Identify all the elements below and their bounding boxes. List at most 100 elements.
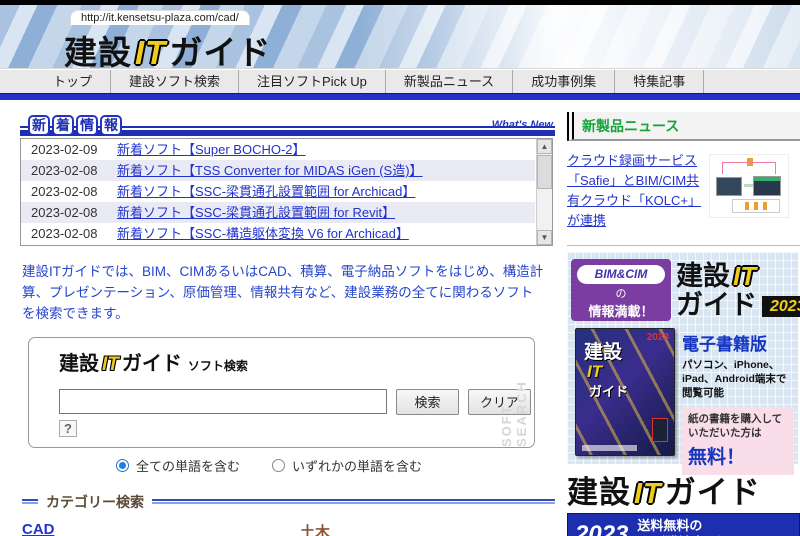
- site-header: http://it.kensetsu-plaza.com/cad/ 建設ITガイ…: [0, 5, 800, 69]
- banner2-text: 送料無料の ご購読申し込み: [637, 518, 743, 536]
- category-header-line-left: [22, 499, 38, 504]
- bim-cim-particle: の: [571, 285, 671, 301]
- book-cover-title3: ガイド: [576, 381, 674, 400]
- radio-all-words-label: 全ての単語を含む: [136, 456, 240, 475]
- news-link[interactable]: 新着ソフト【TSS Converter for MIDAS iGen (S造)】: [117, 160, 423, 181]
- sidebar-news-header: 新製品ニュース: [567, 112, 800, 141]
- sidebar-divider: [567, 245, 800, 246]
- bim-cim-badge: BIM&CIM の 情報満載！: [571, 259, 671, 321]
- person-icon: [763, 202, 767, 210]
- banner2-logo-it: IT: [631, 478, 665, 510]
- whats-new-title-char: 情: [76, 115, 98, 136]
- whats-new-title-char: 報: [100, 115, 122, 136]
- site-url: http://it.kensetsu-plaza.com/cad/: [70, 10, 250, 25]
- news-link[interactable]: 新着ソフト【SSC-梁貫通孔設置範囲 for Revit】: [117, 202, 395, 223]
- site-description: 建設ITガイドでは、BIM、CIMあるいはCAD、積算、電子納品ソフトをはじめ、…: [22, 262, 544, 325]
- news-date: 2023-02-08: [21, 202, 117, 223]
- scrollbar-thumb[interactable]: [537, 155, 552, 189]
- radio-any-word[interactable]: [272, 459, 285, 472]
- search-button[interactable]: 検索: [396, 389, 459, 415]
- category-search-title: カテゴリー検索: [46, 492, 144, 512]
- banner1-year-badge: 2023: [762, 296, 800, 317]
- banner2-year: 2023: [575, 521, 628, 536]
- nav-tab[interactable]: 特集記事: [615, 70, 704, 93]
- site-logo: 建設ITガイド: [64, 26, 271, 74]
- news-row: 2023-02-08 新着ソフト【SSC-構造躯体変換 V6 for Archi…: [21, 223, 535, 244]
- nav-tab[interactable]: 新製品ニュース: [386, 70, 513, 93]
- whats-new-header: 新着情報 What's New: [20, 112, 555, 136]
- search-logo-suffix: ソフト検索: [188, 359, 248, 373]
- banner2-logo-part1: 建設: [567, 475, 631, 510]
- news-link[interactable]: 新着ソフト【SSC-梁貫通孔設置範囲 for Archicad】: [117, 181, 415, 202]
- search-panel-logo: 建設ITガイドソフト検索: [59, 347, 534, 376]
- kolc-screenshot: [716, 177, 742, 196]
- nav-tab[interactable]: 成功事例集: [513, 70, 615, 93]
- category-title-doboku[interactable]: 土木: [300, 521, 330, 536]
- banner1-logo-part1: 建設: [676, 261, 730, 291]
- person-icon: [754, 202, 758, 210]
- news-date: 2023-02-09: [21, 139, 117, 160]
- help-icon[interactable]: ?: [59, 420, 77, 437]
- news-date: 2023-02-08: [21, 181, 117, 202]
- sidebar-news-link[interactable]: クラウド録画サービス「Safie」とBIM/CIM共有クラウド「KOLC+」が連…: [567, 151, 703, 232]
- ebook-edition-title: 電子書籍版: [682, 330, 794, 355]
- radio-any-word-label: いずれかの単語を含む: [292, 456, 422, 475]
- paper-purchase-box: 紙の書籍を購入していただいた方は 無料！: [682, 407, 794, 475]
- banner2-logo-part3: ガイド: [665, 475, 761, 510]
- banner1-logo-it: IT: [730, 261, 759, 291]
- news-row: 2023-02-08 新着ソフト【TSS Converter for MIDAS…: [21, 160, 535, 181]
- scroll-down-arrow-icon[interactable]: ▼: [537, 230, 552, 245]
- news-link[interactable]: 新着ソフト【Super BOCHO-2】: [117, 139, 306, 160]
- book-cover-year: 2023: [576, 329, 674, 343]
- scroll-up-arrow-icon[interactable]: ▲: [537, 139, 552, 154]
- subscription-ad-banner[interactable]: 建設ITガイド 2023 送料無料の ご購読申し込み: [567, 476, 800, 536]
- ebook-devices-text: パソコン、iPhone、iPad、Android端末で閲覧可能: [682, 358, 794, 401]
- person-icon: [745, 202, 749, 210]
- site-logo-part3: ガイド: [169, 34, 271, 71]
- search-logo-it: IT: [99, 354, 122, 375]
- news-row: 2023-02-08 新着ソフト【SSC-梁貫通孔設置範囲 for Revit】: [21, 202, 535, 223]
- main-column: 新着情報 What's New 2023-02-09 新着ソフト【Super B…: [20, 112, 555, 536]
- bim-cim-catch: 情報満載！: [571, 301, 671, 320]
- news-list: 2023-02-09 新着ソフト【Super BOCHO-2】 2023-02-…: [21, 139, 535, 245]
- book-cover-bottom-strip: [582, 445, 637, 451]
- nav-accent-bar: [0, 93, 800, 100]
- book-cover-phone-image: [652, 418, 668, 442]
- search-logo-part1: 建設: [59, 353, 99, 375]
- category-header-line-right: [152, 499, 555, 504]
- diagram-users-box: [732, 199, 780, 213]
- sidebar-news-thumbnail[interactable]: [709, 154, 789, 218]
- whats-new-title-char: 新: [28, 115, 50, 136]
- soft-search-watermark: SOFT SEARCH: [499, 348, 529, 447]
- book-cover-title-it: IT: [576, 362, 674, 382]
- category-columns: CAD 汎用CAD土木CAD建築CADCAD・CGCAFM CAD部品・オプショ…: [22, 521, 555, 536]
- banner2-line1: 送料無料の: [637, 518, 702, 533]
- radio-all-words[interactable]: [116, 459, 129, 472]
- sidebar-news-item: クラウド録画サービス「Safie」とBIM/CIM共有クラウド「KOLC+」が連…: [567, 151, 800, 232]
- banner2-logo: 建設ITガイド: [567, 476, 800, 511]
- book-cover: 2023 建設 IT ガイド: [575, 328, 675, 456]
- book-cover-title1: 建設: [576, 343, 674, 362]
- category-search-header: カテゴリー検索: [22, 492, 555, 512]
- paper-purchase-note: 紙の書籍を購入していただいた方は: [688, 412, 788, 440]
- banner1-logo-part3: ガイド: [676, 291, 757, 321]
- diagram-connector: [722, 162, 776, 174]
- search-input[interactable]: [59, 389, 387, 414]
- news-date: 2023-02-08: [21, 160, 117, 181]
- site-logo-part1: 建設: [64, 34, 132, 71]
- news-date: 2023-02-08: [21, 223, 117, 244]
- whats-new-title: 新着情報: [28, 115, 124, 136]
- sidebar: 新製品ニュース クラウド録画サービス「Safie」とBIM/CIM共有クラウド「…: [567, 112, 800, 536]
- software-search-panel: 建設ITガイドソフト検索 検索 クリア ? SOFT SEARCH: [28, 337, 535, 448]
- whats-new-english-tag: What's New: [492, 119, 553, 131]
- safie-screenshot: [753, 176, 781, 196]
- banner2-blue-bar: 2023 送料無料の ご購読申し込み: [567, 513, 800, 536]
- news-list-box: 2023-02-09 新着ソフト【Super BOCHO-2】 2023-02-…: [20, 138, 553, 246]
- banner1-logo: 建設IT ガイド2023: [676, 262, 800, 321]
- category-title-cad[interactable]: CAD: [22, 521, 55, 536]
- news-scrollbar[interactable]: ▲ ▼: [536, 139, 552, 245]
- site-logo-it: IT: [132, 34, 169, 71]
- ebook-ad-banner[interactable]: BIM&CIM の 情報満載！ 建設IT ガイド2023 2023 建設 IT …: [567, 252, 798, 464]
- bim-cim-pill: BIM&CIM: [577, 265, 665, 284]
- news-link[interactable]: 新着ソフト【SSC-構造躯体変換 V6 for Archicad】: [117, 223, 409, 244]
